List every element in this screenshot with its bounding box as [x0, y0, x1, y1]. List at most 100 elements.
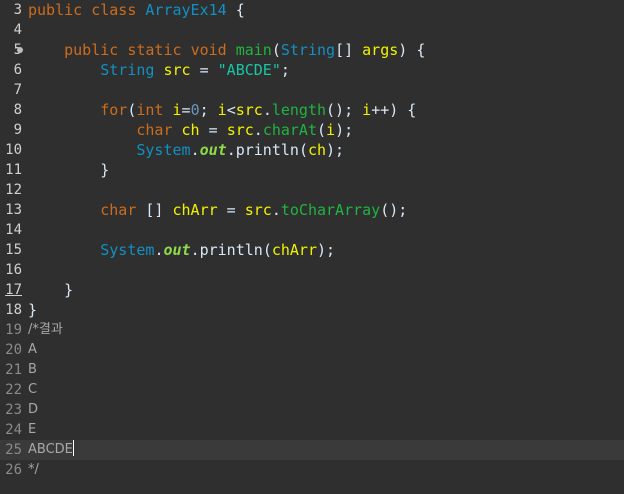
code-text[interactable]: }: [28, 280, 73, 300]
punctuation: .: [190, 141, 200, 159]
method-name: println: [199, 241, 263, 259]
line-number: 23: [5, 402, 22, 418]
comment-text[interactable]: D: [28, 400, 38, 420]
line-number: 18: [5, 302, 22, 318]
code-line[interactable]: 4: [0, 20, 624, 40]
punctuation: []: [335, 41, 363, 59]
static-field: out: [163, 241, 191, 259]
code-line[interactable]: 3 public class ArrayEx14 {: [0, 0, 624, 20]
line-number: 4: [13, 22, 22, 38]
line-number: 12: [5, 182, 22, 198]
code-text[interactable]: char [] chArr = src.toCharArray();: [28, 200, 407, 220]
comment-text[interactable]: E: [28, 420, 36, 440]
keyword: void: [190, 41, 227, 59]
comment-text-line[interactable]: ABCDE: [28, 440, 74, 460]
variable: chArr: [271, 241, 317, 259]
code-text[interactable]: for(int i=0; i<src.length(); i++) {: [28, 100, 416, 120]
brace: {: [235, 1, 245, 19]
keyword: int: [136, 101, 164, 119]
code-line[interactable]: 8 for(int i=0; i<src.length(); i++) {: [0, 100, 624, 120]
code-text[interactable]: }: [28, 160, 109, 180]
number-literal: 0: [190, 101, 200, 119]
comment-text[interactable]: /*결과: [28, 320, 63, 340]
comment-text[interactable]: */: [28, 460, 39, 480]
keyword: static: [127, 41, 182, 59]
code-line[interactable]: 12: [0, 180, 624, 200]
code-line[interactable]: 18 }: [0, 300, 624, 320]
comment-text[interactable]: B: [28, 360, 37, 380]
code-line[interactable]: 6 String src = "ABCDE";: [0, 60, 624, 80]
method-name: main: [235, 41, 272, 59]
line-number: 15: [5, 242, 22, 258]
line-number: 26: [5, 462, 22, 478]
code-line[interactable]: 10 System.out.println(ch);: [0, 140, 624, 160]
operator: =: [199, 121, 227, 139]
punctuation: ;: [199, 101, 218, 119]
line-number: 16: [5, 262, 22, 278]
static-field: out: [199, 141, 227, 159]
code-line[interactable]: 20 A: [0, 340, 624, 360]
code-text[interactable]: char ch = src.charAt(i);: [28, 120, 353, 140]
brace: }: [100, 161, 110, 179]
line-number: 14: [5, 222, 22, 238]
code-text[interactable]: String src = "ABCDE";: [28, 60, 290, 80]
line-number: 17: [5, 282, 22, 298]
method-name: toCharArray: [280, 201, 381, 219]
code-line[interactable]: 17 }: [0, 280, 624, 300]
comment-text[interactable]: A: [28, 340, 37, 360]
punctuation: .: [190, 241, 200, 259]
punctuation: (: [262, 241, 272, 259]
variable: i: [326, 121, 336, 139]
method-name: length: [271, 101, 327, 119]
comment-text: ABCDE: [28, 442, 73, 457]
punctuation: .: [253, 121, 263, 139]
operator: =: [181, 101, 191, 119]
variable: src: [235, 101, 263, 119]
code-line[interactable]: 14: [0, 220, 624, 240]
variable: src: [244, 201, 272, 219]
punctuation: );: [317, 241, 336, 259]
type-name: String: [280, 41, 336, 59]
code-editor[interactable]: 3 public class ArrayEx14 { 4 5 public st…: [0, 0, 624, 494]
variable: i: [362, 101, 372, 119]
code-line[interactable]: 21 B: [0, 360, 624, 380]
keyword: class: [91, 1, 137, 19]
code-line[interactable]: 26 */: [0, 460, 624, 480]
line-number: 20: [5, 342, 22, 358]
keyword: for: [100, 101, 128, 119]
method-name: println: [235, 141, 299, 159]
code-text[interactable]: System.out.println(chArr);: [28, 240, 335, 260]
fold-toggle-icon[interactable]: [17, 47, 23, 53]
variable: chArr: [172, 201, 218, 219]
type-name: String: [100, 61, 155, 79]
code-text[interactable]: public static void main(String[] args) {: [28, 40, 425, 60]
variable: src: [163, 61, 191, 79]
operator: <: [226, 101, 236, 119]
line-number: 7: [13, 82, 22, 98]
code-line[interactable]: 23 D: [0, 400, 624, 420]
code-line[interactable]: 7: [0, 80, 624, 100]
comment-text[interactable]: C: [28, 380, 37, 400]
code-line[interactable]: 24 E: [0, 420, 624, 440]
line-number: 22: [5, 382, 22, 398]
punctuation: );: [326, 141, 345, 159]
code-line[interactable]: 22 C: [0, 380, 624, 400]
code-line[interactable]: 15 System.out.println(chArr);: [0, 240, 624, 260]
code-line[interactable]: 11 }: [0, 160, 624, 180]
code-text[interactable]: public class ArrayEx14 {: [28, 0, 245, 20]
code-text[interactable]: System.out.println(ch);: [28, 140, 344, 160]
code-line[interactable]: 19 /*결과: [0, 320, 624, 340]
line-number: 10: [5, 142, 22, 158]
code-text[interactable]: }: [28, 300, 37, 320]
code-line[interactable]: 9 char ch = src.charAt(i);: [0, 120, 624, 140]
string-literal: "ABCDE": [217, 61, 281, 79]
punctuation: ();: [380, 201, 408, 219]
brace: }: [28, 301, 38, 319]
punctuation: ) {: [398, 41, 426, 59]
current-code-line[interactable]: 25 ABCDE: [0, 440, 624, 460]
operator: =: [217, 201, 245, 219]
code-line[interactable]: 13 char [] chArr = src.toCharArray();: [0, 200, 624, 220]
code-line[interactable]: 5 public static void main(String[] args)…: [0, 40, 624, 60]
code-line[interactable]: 16: [0, 260, 624, 280]
text-caret: [72, 440, 74, 456]
